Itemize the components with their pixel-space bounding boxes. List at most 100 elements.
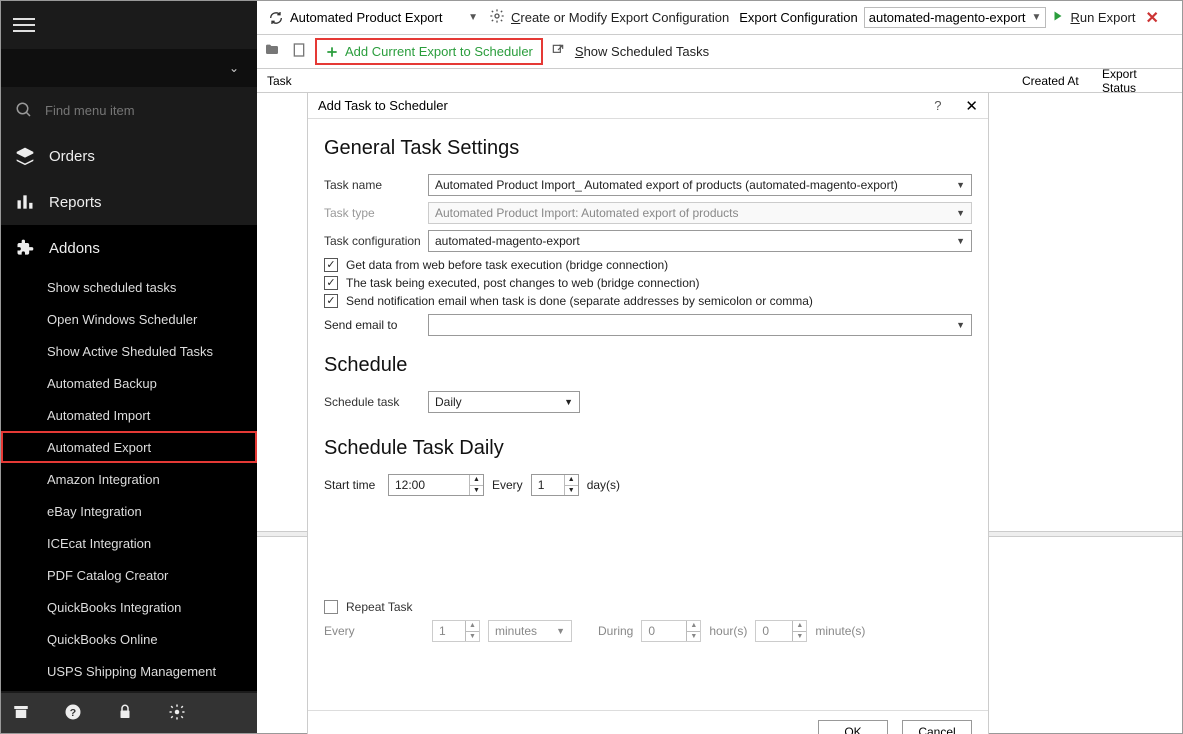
- section-schedule-daily: Schedule Task Daily: [324, 437, 972, 460]
- task-type-label: Task type: [324, 206, 428, 220]
- spin-down: ▼: [686, 632, 700, 642]
- addon-automated-backup[interactable]: Automated Backup: [1, 367, 257, 399]
- days-label: day(s): [587, 478, 620, 492]
- task-config-label: Task configuration: [324, 234, 428, 248]
- sidebar-item-orders[interactable]: Orders: [1, 133, 257, 179]
- sidebar-item-label: Addons: [49, 240, 100, 257]
- spin-down[interactable]: ▼: [469, 486, 483, 496]
- sidebar-item-reports[interactable]: Reports: [1, 179, 257, 225]
- spin-up[interactable]: ▲: [469, 475, 483, 486]
- create-modify-link[interactable]: Create or Modify Export Configuration: [511, 10, 729, 25]
- chevron-down-icon: ▼: [468, 12, 478, 23]
- close-icon[interactable]: ✕: [1142, 8, 1163, 28]
- start-time-label: Start time: [324, 478, 380, 492]
- archive-icon[interactable]: [11, 703, 31, 723]
- secondary-toolbar: Add Current Export to Scheduler Show Sch…: [257, 35, 1182, 69]
- list-area: Add Task to Scheduler ? ✕ General Task S…: [257, 93, 1182, 733]
- dialog-body: General Task Settings Task name Automate…: [308, 119, 988, 710]
- task-name-input[interactable]: Automated Product Import_ Automated expo…: [428, 174, 972, 196]
- col-created-at[interactable]: Created At: [1012, 74, 1092, 88]
- hamburger-icon[interactable]: [13, 14, 35, 36]
- schedule-task-label: Schedule task: [324, 395, 428, 409]
- addon-pdf-catalog-creator[interactable]: PDF Catalog Creator: [1, 559, 257, 591]
- external-icon: [551, 43, 565, 60]
- export-config-value: automated-magento-export: [869, 10, 1026, 25]
- checkbox-repeat-task[interactable]: [324, 600, 338, 614]
- export-config-select[interactable]: automated-magento-export ▼: [864, 7, 1047, 28]
- sidebar-search: [1, 87, 257, 133]
- checkbox-get-data-label: Get data from web before task execution …: [346, 258, 668, 272]
- chevron-down-icon: ▼: [956, 236, 965, 246]
- chevron-down-icon: ⌄: [229, 61, 239, 75]
- help-icon[interactable]: ?: [63, 703, 83, 723]
- close-icon[interactable]: ✕: [965, 97, 978, 115]
- every-label: Every: [492, 478, 523, 492]
- plus-icon: [325, 45, 339, 59]
- repeat-unit-select: minutes ▼: [488, 620, 572, 642]
- col-export-status[interactable]: Export Status: [1092, 67, 1182, 95]
- config-type-select[interactable]: Automated Product Export ▼: [263, 7, 483, 29]
- gear-icon[interactable]: [167, 703, 187, 723]
- gear-icon[interactable]: [489, 8, 505, 27]
- addon-automated-export[interactable]: Automated Export: [1, 431, 257, 463]
- during-label: During: [598, 624, 633, 638]
- show-scheduled-tasks-link[interactable]: Show Scheduled Tasks: [575, 44, 709, 59]
- sidebar-item-label: Orders: [49, 148, 95, 165]
- ok-button[interactable]: OK: [818, 720, 888, 734]
- addon-quickbooks-integration[interactable]: QuickBooks Integration: [1, 591, 257, 623]
- chevron-down-icon: ▼: [1032, 12, 1042, 23]
- addon-usps-shipping-management[interactable]: USPS Shipping Management: [1, 655, 257, 687]
- minutes-label: minute(s): [815, 624, 865, 638]
- addon-show-active-scheduled-tasks[interactable]: Show Active Sheduled Tasks: [1, 335, 257, 367]
- send-email-select[interactable]: ▼: [428, 314, 972, 336]
- every-days-input[interactable]: 1 ▲▼: [531, 474, 579, 496]
- hours-label: hour(s): [709, 624, 747, 638]
- config-type-label: Automated Product Export: [290, 10, 442, 25]
- chevron-down-icon: ▼: [956, 180, 965, 190]
- sidebar-item-addons[interactable]: Addons: [1, 225, 257, 271]
- col-task[interactable]: Task: [257, 74, 307, 88]
- checkbox-post-changes[interactable]: ✓: [324, 276, 338, 290]
- spin-up[interactable]: ▲: [564, 475, 578, 486]
- spin-up: ▲: [792, 621, 806, 632]
- start-time-input[interactable]: 12:00 ▲▼: [388, 474, 484, 496]
- spin-down[interactable]: ▼: [564, 486, 578, 496]
- spin-down: ▼: [792, 632, 806, 642]
- checkbox-post-changes-label: The task being executed, post changes to…: [346, 276, 700, 290]
- help-icon[interactable]: ?: [934, 98, 941, 113]
- cancel-button[interactable]: Cancel: [902, 720, 972, 734]
- lock-icon[interactable]: [115, 703, 135, 723]
- schedule-task-select[interactable]: Daily ▼: [428, 391, 580, 413]
- folder-icon[interactable]: [263, 42, 281, 61]
- dialog-titlebar: Add Task to Scheduler ? ✕: [308, 93, 988, 119]
- chevron-down-icon: ▼: [956, 208, 965, 218]
- main-area: Automated Product Export ▼ Create or Mod…: [257, 1, 1182, 733]
- list-columns: Task Created At Export Status: [257, 69, 1182, 93]
- add-task-dialog: Add Task to Scheduler ? ✕ General Task S…: [307, 93, 989, 734]
- add-to-scheduler-label: Add Current Export to Scheduler: [345, 44, 533, 59]
- addon-ebay-integration[interactable]: eBay Integration: [1, 495, 257, 527]
- run-export-button[interactable]: Run Export: [1070, 10, 1135, 25]
- addon-amazon-integration[interactable]: Amazon Integration: [1, 463, 257, 495]
- search-input[interactable]: [45, 103, 195, 118]
- addon-show-scheduled-tasks[interactable]: Show scheduled tasks: [1, 271, 257, 303]
- document-icon[interactable]: [291, 42, 307, 61]
- play-icon: [1052, 10, 1064, 25]
- checkbox-send-notification[interactable]: ✓: [324, 294, 338, 308]
- add-to-scheduler-button[interactable]: Add Current Export to Scheduler: [317, 40, 541, 63]
- addon-icecat-integration[interactable]: ICEcat Integration: [1, 527, 257, 559]
- spin-up: ▲: [465, 621, 479, 632]
- top-toolbar: Automated Product Export ▼ Create or Mod…: [257, 1, 1182, 35]
- chevron-down-icon: ▼: [564, 397, 573, 407]
- sidebar-top: [1, 1, 257, 49]
- task-config-select[interactable]: automated-magento-export ▼: [428, 230, 972, 252]
- section-schedule: Schedule: [324, 354, 972, 377]
- addons-group: Addons Show scheduled tasks Open Windows…: [1, 225, 257, 691]
- addon-open-windows-scheduler[interactable]: Open Windows Scheduler: [1, 303, 257, 335]
- section-general: General Task Settings: [324, 137, 972, 160]
- account-row[interactable]: ⌄: [1, 49, 257, 87]
- orders-icon: [15, 146, 35, 166]
- addon-automated-import[interactable]: Automated Import: [1, 399, 257, 431]
- addon-quickbooks-online[interactable]: QuickBooks Online: [1, 623, 257, 655]
- checkbox-get-data[interactable]: ✓: [324, 258, 338, 272]
